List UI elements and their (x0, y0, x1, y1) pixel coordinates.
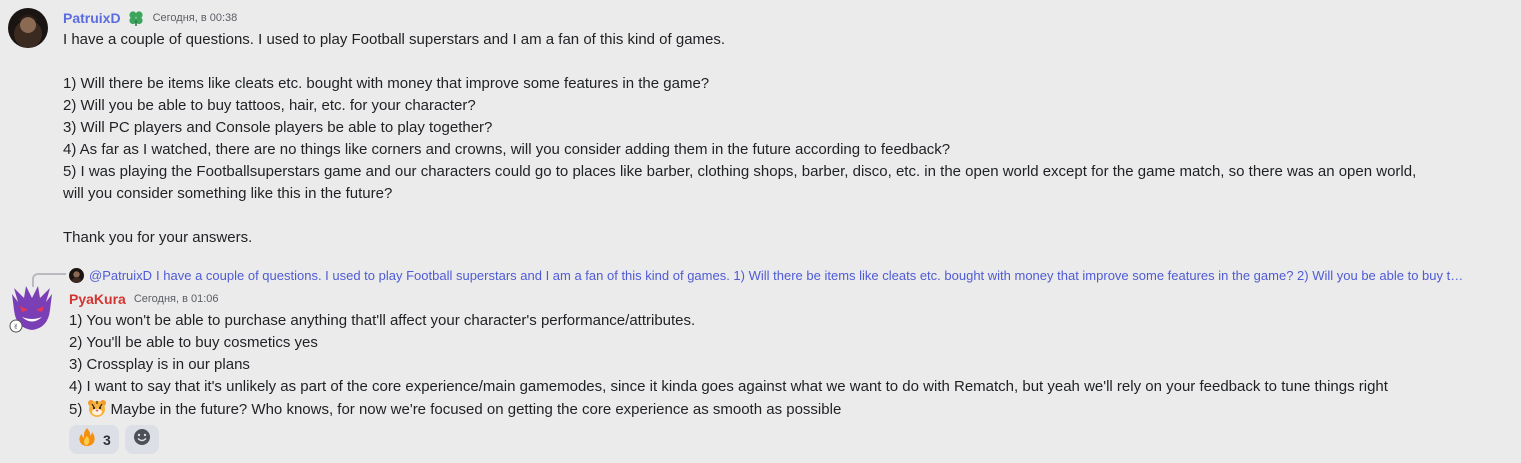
reactions-bar: 3 (69, 425, 159, 454)
timestamp[interactable]: Сегодня, в 01:06 (134, 293, 219, 305)
line-text: Maybe in the future? Who knows, for now … (110, 401, 842, 418)
clover-icon (127, 9, 145, 27)
chat-log: PatruixD Сегодня, в 00:38 I have a coupl… (0, 0, 1521, 463)
message-header: PatruixD Сегодня, в 00:38 (63, 8, 237, 28)
message-pyakura: @PatruixD I have a couple of questions. … (0, 258, 1521, 463)
avatar[interactable] (8, 8, 48, 48)
username[interactable]: PyaKura (69, 291, 126, 307)
fire-icon (77, 427, 97, 452)
reply-mention[interactable]: @PatruixD (89, 268, 152, 283)
message-line: 2) You'll be able to buy cosmetics yes (69, 334, 318, 351)
message-line: 4) I want to say that it's unlikely as p… (69, 378, 1388, 395)
add-reaction-button[interactable] (124, 425, 159, 454)
reaction-count: 3 (103, 431, 111, 448)
avatar[interactable]: ✌ (8, 284, 56, 336)
reply-text[interactable]: I have a couple of questions. I used to … (156, 268, 1463, 283)
tiger-face-icon (87, 398, 107, 418)
smiley-icon (133, 428, 151, 451)
message-line: 1) You won't be able to purchase anythin… (69, 312, 696, 329)
svg-text:✌: ✌ (13, 323, 19, 331)
username[interactable]: PatruixD (63, 10, 121, 26)
message-line: 5) Maybe in the future? Who knows, for n… (69, 398, 1499, 421)
message-content: I have a couple of questions. I used to … (63, 31, 1417, 246)
line-number: 5) (69, 401, 87, 418)
message-patruixd: PatruixD Сегодня, в 00:38 I have a coupl… (0, 0, 1521, 255)
message-content: 1) You won't be able to purchase anythin… (69, 310, 1499, 421)
message-line: 3) Crossplay is in our plans (69, 356, 250, 373)
reaction-fire[interactable]: 3 (69, 425, 119, 454)
reply-preview[interactable]: @PatruixD I have a couple of questions. … (69, 266, 1509, 284)
reply-avatar (69, 267, 84, 283)
message-header: PyaKura Сегодня, в 01:06 (69, 289, 219, 309)
timestamp[interactable]: Сегодня, в 00:38 (153, 12, 238, 24)
